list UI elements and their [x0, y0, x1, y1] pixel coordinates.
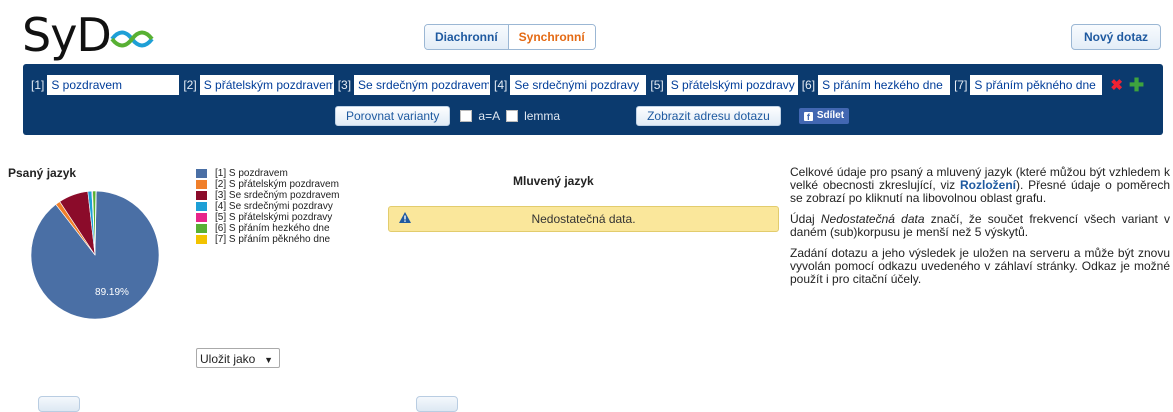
chevron-down-icon: ▼	[264, 355, 273, 365]
pie-value-label: 89.19%	[95, 287, 129, 298]
legend-label: [6] S přáním hezkého dne	[215, 223, 330, 234]
legend-item[interactable]: [5] S přátelskými pozdravy	[196, 212, 340, 223]
new-query-button[interactable]: Nový dotaz	[1071, 24, 1162, 50]
case-checkbox[interactable]	[460, 110, 473, 122]
share-button[interactable]: f Sdílet	[798, 108, 850, 124]
legend-swatch	[196, 191, 207, 200]
variant-row: [1] S pozdravem [2] S přátelským pozdrav…	[31, 75, 1144, 95]
legend-item[interactable]: [2] S přátelským pozdravem	[196, 179, 340, 190]
legend-swatch	[196, 180, 207, 189]
legend-label: [4] Se srdečnými pozdravy	[215, 201, 333, 212]
variant-6-input[interactable]: S přáním hezkého dne	[818, 75, 951, 95]
info-paragraph-2: Údaj Nedostatečná data značí, že součet …	[790, 213, 1170, 239]
spoken-title: Mluvený jazyk	[513, 174, 594, 188]
legend-swatch	[196, 235, 207, 244]
info-text: Celkové údaje pro psaný a mluvený jazyk …	[790, 166, 1170, 294]
legend-item[interactable]: [6] S přáním hezkého dne	[196, 223, 340, 234]
legend-item[interactable]: [4] Se srdečnými pozdravy	[196, 201, 340, 212]
legend-swatch	[196, 169, 207, 178]
case-label: a=A	[478, 109, 501, 123]
variant-1-input[interactable]: S pozdravem	[47, 75, 180, 95]
logo-mark-icon	[110, 30, 154, 48]
legend-item[interactable]: [1] S pozdravem	[196, 168, 340, 179]
facebook-icon: f	[803, 111, 813, 122]
variant-5-input[interactable]: S přátelskými pozdravy	[666, 75, 798, 95]
tab-synchronic[interactable]: Synchronní	[507, 25, 595, 49]
variant-6-number: [6]	[801, 78, 816, 92]
mode-tabs: Diachronní Synchronní	[424, 24, 596, 50]
written-title: Psaný jazyk	[8, 166, 77, 180]
remove-variant-icon[interactable]: ✖	[1110, 76, 1123, 94]
query-panel: [1] S pozdravem [2] S přátelským pozdrav…	[23, 64, 1163, 135]
lemma-checkbox[interactable]	[506, 110, 519, 122]
variant-7-number: [7]	[954, 78, 968, 92]
syd-logo[interactable]: SyD	[22, 8, 154, 62]
written-pie-chart[interactable]: 89.19%	[30, 190, 160, 320]
show-address-button[interactable]: Zobrazit adresu dotazu	[636, 106, 781, 126]
compare-variants-button[interactable]: Porovnat varianty	[335, 106, 451, 126]
variant-2-input[interactable]: S přátelským pozdravem	[199, 75, 334, 95]
legend-label: [2] S přátelským pozdravem	[215, 179, 339, 190]
query-options-row: Porovnat varianty a=A lemma Zobrazit adr…	[335, 106, 850, 126]
legend-label: [1] S pozdravem	[215, 168, 288, 179]
info-paragraph-3: Zadání dotazu a jeho výsledek je uložen …	[790, 246, 1170, 286]
tab-diachronic[interactable]: Diachronní	[425, 25, 508, 49]
variant-4-number: [4]	[494, 78, 508, 92]
variant-3-input[interactable]: Se srdečným pozdravem	[354, 75, 491, 95]
pie-legend: [1] S pozdravem [2] S přátelským pozdrav…	[196, 168, 340, 245]
logo-text: SyD	[22, 8, 112, 62]
legend-swatch	[196, 224, 207, 233]
add-variant-icon[interactable]: ✚	[1129, 76, 1144, 94]
legend-label: [7] S přáním pěkného dne	[215, 234, 331, 245]
legend-item[interactable]: [3] Se srdečným pozdravem	[196, 190, 340, 201]
variant-1-number: [1]	[31, 78, 45, 92]
layout-link[interactable]: Rozložení	[960, 178, 1016, 192]
save-as-select[interactable]: Uložit jako ▼	[196, 348, 280, 368]
legend-swatch	[196, 213, 207, 222]
legend-label: [5] S přátelskými pozdravy	[215, 212, 333, 223]
bottom-toggle-button[interactable]	[38, 396, 80, 412]
save-as-label: Uložit jako	[200, 352, 256, 366]
bottom-toggle-button[interactable]	[416, 396, 458, 412]
share-label: Sdílet	[816, 110, 845, 121]
variant-7-input[interactable]: S přáním pěkného dne	[970, 75, 1103, 95]
info-p2-emphasis: Nedostatečná data	[820, 212, 925, 226]
legend-item[interactable]: [7] S přáním pěkného dne	[196, 234, 340, 245]
lemma-label: lemma	[524, 109, 561, 123]
warning-text: Nedostatečná data.	[531, 212, 636, 226]
legend-label: [3] Se srdečným pozdravem	[215, 190, 340, 201]
legend-swatch	[196, 202, 207, 211]
variant-2-number: [2]	[183, 78, 197, 92]
info-p2-text: Údaj	[790, 212, 821, 226]
variant-4-input[interactable]: Se srdečnými pozdravy	[510, 75, 647, 95]
variant-5-number: [5]	[650, 78, 664, 92]
insufficient-data-alert: Nedostatečná data.	[388, 206, 779, 232]
variant-3-number: [3]	[337, 78, 352, 92]
info-paragraph-1: Celkové údaje pro psaný a mluvený jazyk …	[790, 166, 1170, 205]
